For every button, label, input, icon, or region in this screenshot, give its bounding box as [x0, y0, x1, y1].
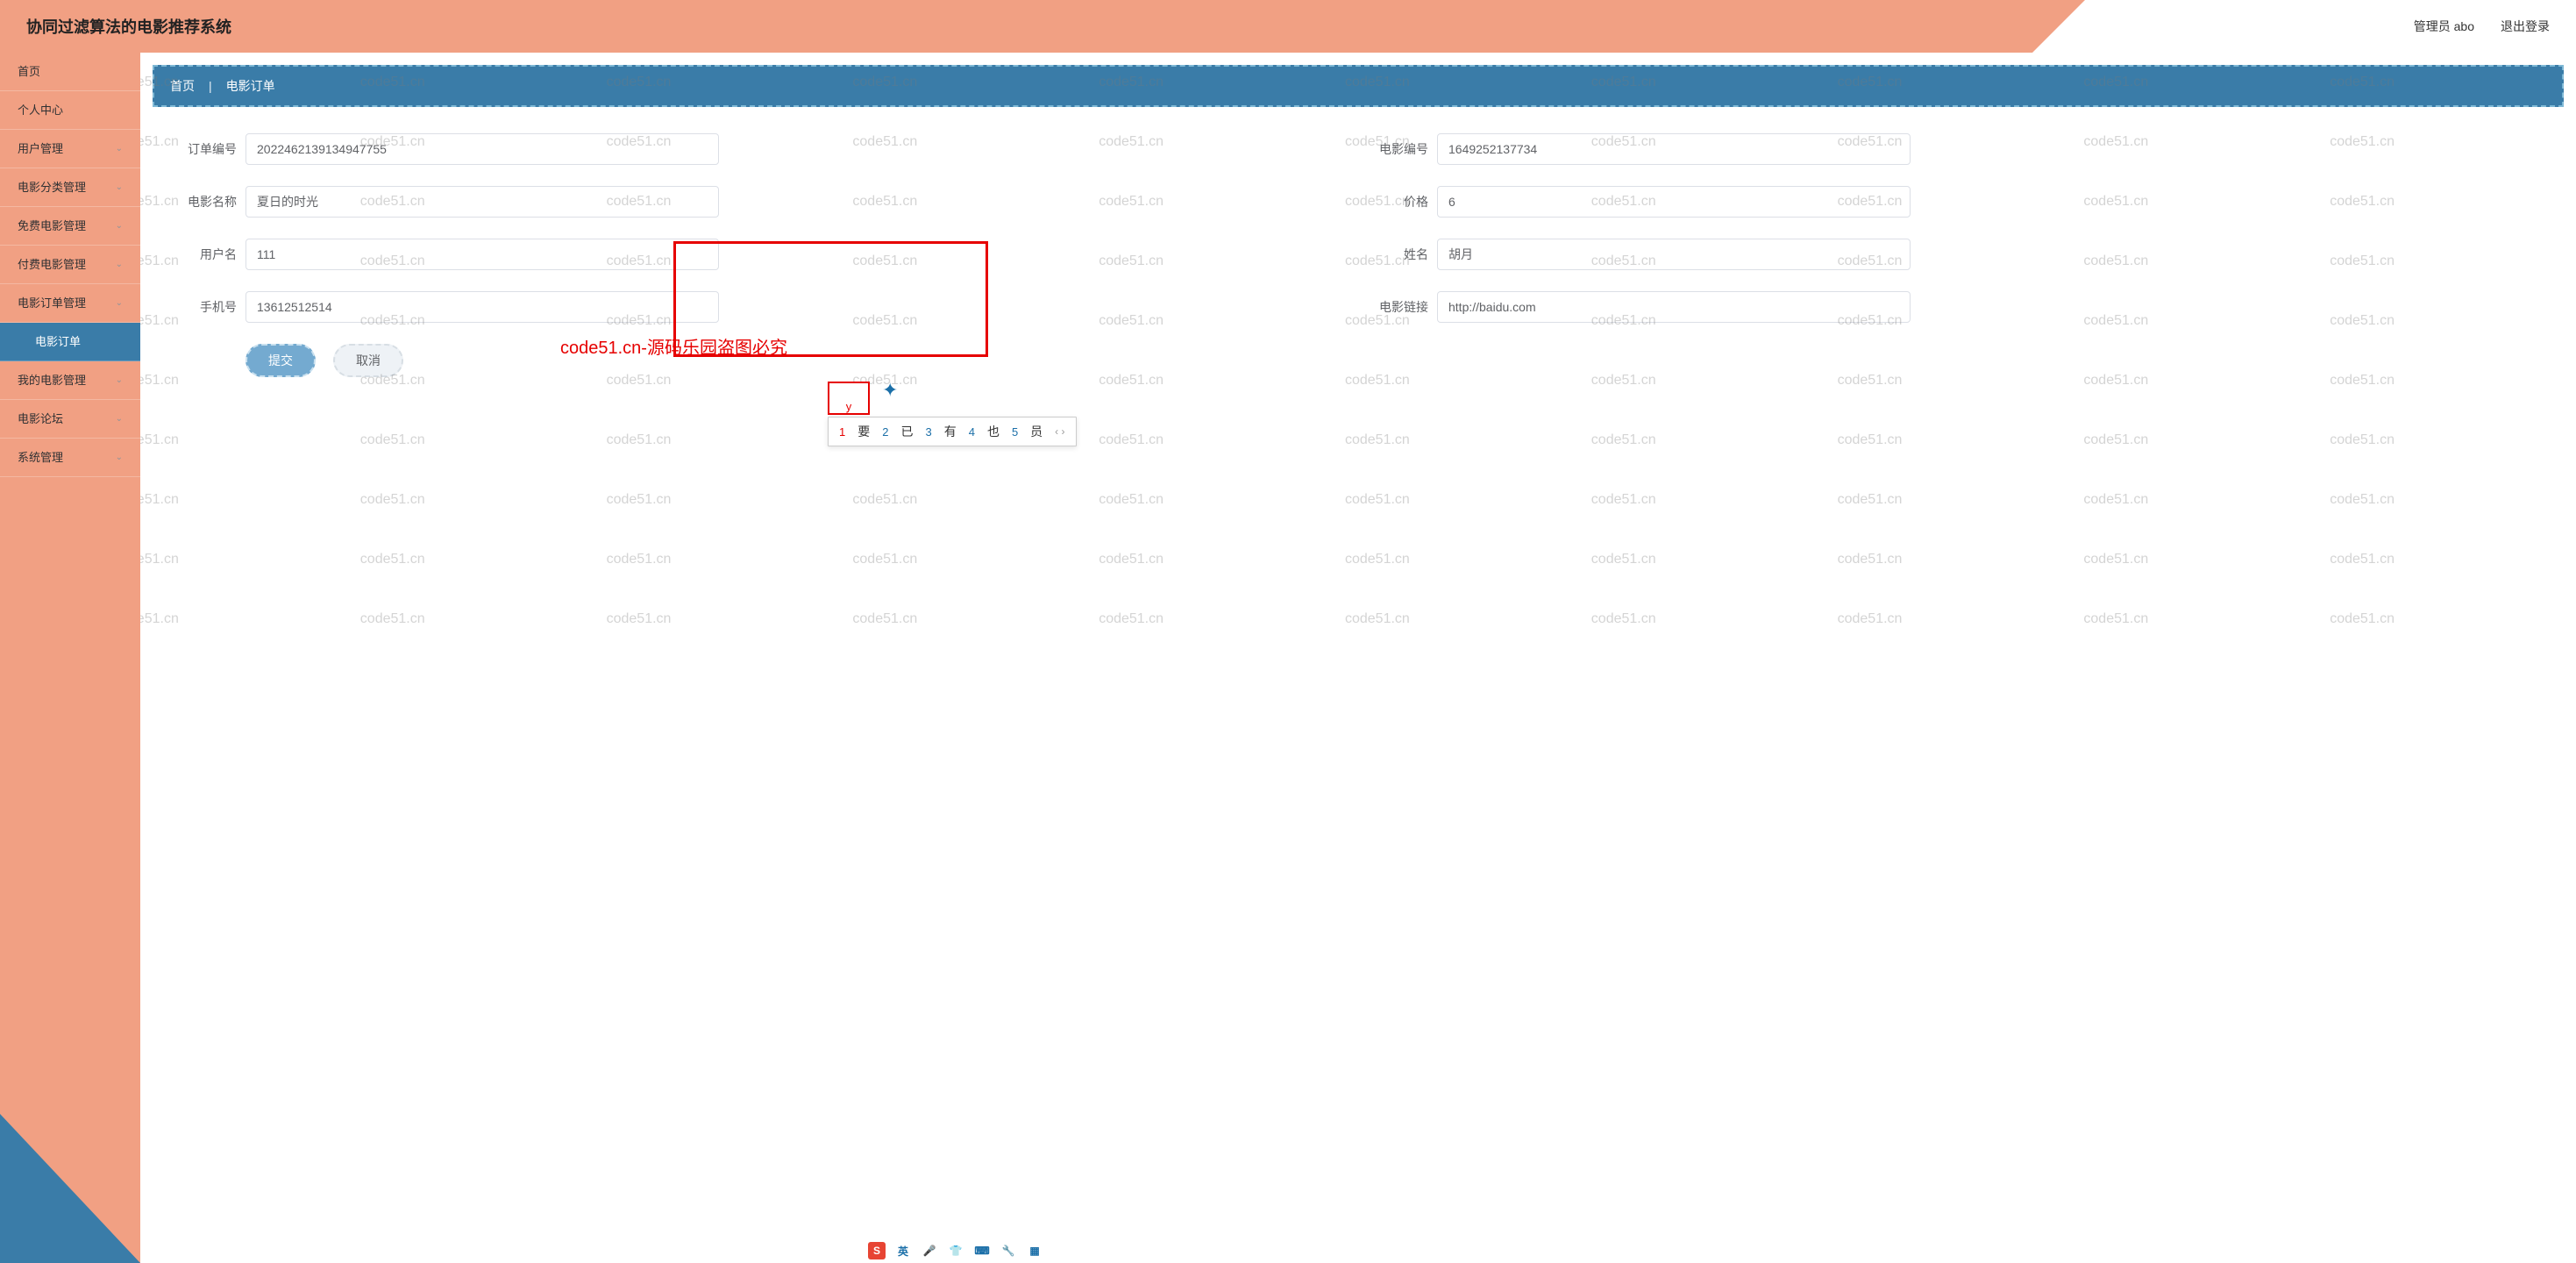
annotation-text: code51.cn-源码乐园盗图必究 — [560, 333, 787, 359]
sidebar-item-order-mgmt[interactable]: 电影订单管理 ⌄ — [0, 284, 140, 323]
chevron-down-icon: ⌄ — [116, 168, 123, 207]
input-movie-link[interactable] — [1437, 291, 1911, 323]
sidebar-item-free[interactable]: 免费电影管理 ⌄ — [0, 207, 140, 246]
sidebar-item-users[interactable]: 用户管理 ⌄ — [0, 130, 140, 168]
order-form: 订单编号 电影编号 电影名称 价格 — [153, 107, 2564, 403]
input-movie-name[interactable] — [246, 186, 719, 218]
label-realname: 姓名 — [1358, 246, 1428, 263]
sidebar-item-home[interactable]: 首页 — [0, 53, 140, 91]
input-movie-no[interactable] — [1437, 133, 1911, 165]
label-movie-link: 电影链接 — [1358, 298, 1428, 316]
label-username: 用户名 — [167, 246, 237, 263]
logout-link[interactable]: 退出登录 — [2501, 18, 2550, 35]
label-price: 价格 — [1358, 193, 1428, 210]
input-username[interactable] — [246, 239, 719, 270]
sidebar: 首页 个人中心 用户管理 ⌄ 电影分类管理 ⌄ 免费电影管理 ⌄ 付费电影管理 … — [0, 53, 140, 1263]
admin-label[interactable]: 管理员 abo — [2414, 18, 2474, 35]
chevron-down-icon: ⌄ — [116, 130, 123, 168]
sidebar-item-paid[interactable]: 付费电影管理 ⌄ — [0, 246, 140, 284]
main-area: 首页 | 电影订单 订单编号 电影编号 电影名称 — [140, 53, 2576, 1263]
sogou-skin-icon[interactable]: 👕 — [947, 1242, 964, 1259]
sidebar-item-label: 电影分类管理 — [18, 168, 86, 207]
sidebar-item-system[interactable]: 系统管理 ⌄ — [0, 439, 140, 477]
chevron-down-icon: ⌄ — [116, 361, 123, 400]
breadcrumb-home[interactable]: 首页 — [170, 77, 195, 95]
ime-cursor-icon: ✦ — [882, 379, 898, 402]
sogou-bar[interactable]: S 英 🎤 👕 ⌨ 🔧 ▦ — [868, 1242, 1043, 1259]
sidebar-item-label: 首页 — [18, 53, 40, 91]
label-order-no: 订单编号 — [167, 140, 237, 158]
sidebar-item-label: 我的电影管理 — [18, 361, 86, 400]
chevron-down-icon: ⌄ — [116, 207, 123, 246]
cancel-button[interactable]: 取消 — [333, 344, 403, 377]
sogou-tool-icon[interactable]: 🔧 — [1000, 1242, 1017, 1259]
sidebar-item-label: 电影订单管理 — [18, 284, 86, 323]
header-right: 管理员 abo 退出登录 — [2414, 18, 2550, 35]
input-phone[interactable] — [246, 291, 719, 323]
form-actions: 提交 取消 — [167, 344, 2550, 377]
chevron-down-icon: ⌄ — [116, 439, 123, 477]
sidebar-item-label: 系统管理 — [18, 439, 63, 477]
ime-composition: y — [828, 382, 870, 415]
label-movie-name: 电影名称 — [167, 193, 237, 210]
breadcrumb-divider: | — [209, 79, 212, 93]
chevron-down-icon: ⌄ — [116, 284, 123, 323]
sidebar-item-order[interactable]: 电影订单 — [0, 323, 140, 361]
ime-candidates[interactable]: 1要2已3有4也5员‹ › — [828, 417, 1077, 446]
sidebar-item-label: 个人中心 — [18, 91, 63, 130]
chevron-down-icon: ⌄ — [116, 400, 123, 439]
label-phone: 手机号 — [167, 298, 237, 316]
sidebar-item-label: 免费电影管理 — [18, 207, 86, 246]
breadcrumb-current: 电影订单 — [226, 77, 275, 95]
sogou-lang[interactable]: 英 — [894, 1242, 912, 1259]
breadcrumb: 首页 | 电影订单 — [153, 65, 2564, 107]
submit-button[interactable]: 提交 — [246, 344, 316, 377]
sogou-keyboard-icon[interactable]: ⌨ — [973, 1242, 991, 1259]
sidebar-item-label: 用户管理 — [18, 130, 63, 168]
input-realname[interactable] — [1437, 239, 1911, 270]
sidebar-item-mymovie[interactable]: 我的电影管理 ⌄ — [0, 361, 140, 400]
sidebar-item-label: 电影论坛 — [18, 400, 63, 439]
chevron-down-icon: ⌄ — [116, 246, 123, 284]
app-title: 协同过滤算法的电影推荐系统 — [26, 15, 231, 38]
input-price[interactable] — [1437, 186, 1911, 218]
input-order-no[interactable] — [246, 133, 719, 165]
sogou-logo-icon: S — [868, 1242, 886, 1259]
sidebar-item-label: 付费电影管理 — [18, 246, 86, 284]
label-movie-no: 电影编号 — [1358, 140, 1428, 158]
sidebar-item-profile[interactable]: 个人中心 — [0, 91, 140, 130]
sogou-grid-icon[interactable]: ▦ — [1026, 1242, 1043, 1259]
sogou-mic-icon[interactable]: 🎤 — [921, 1242, 938, 1259]
sidebar-item-forum[interactable]: 电影论坛 ⌄ — [0, 400, 140, 439]
sidebar-item-label: 电影订单 — [35, 323, 81, 361]
sidebar-item-category[interactable]: 电影分类管理 ⌄ — [0, 168, 140, 207]
app-header: 协同过滤算法的电影推荐系统 管理员 abo 退出登录 — [0, 0, 2576, 53]
